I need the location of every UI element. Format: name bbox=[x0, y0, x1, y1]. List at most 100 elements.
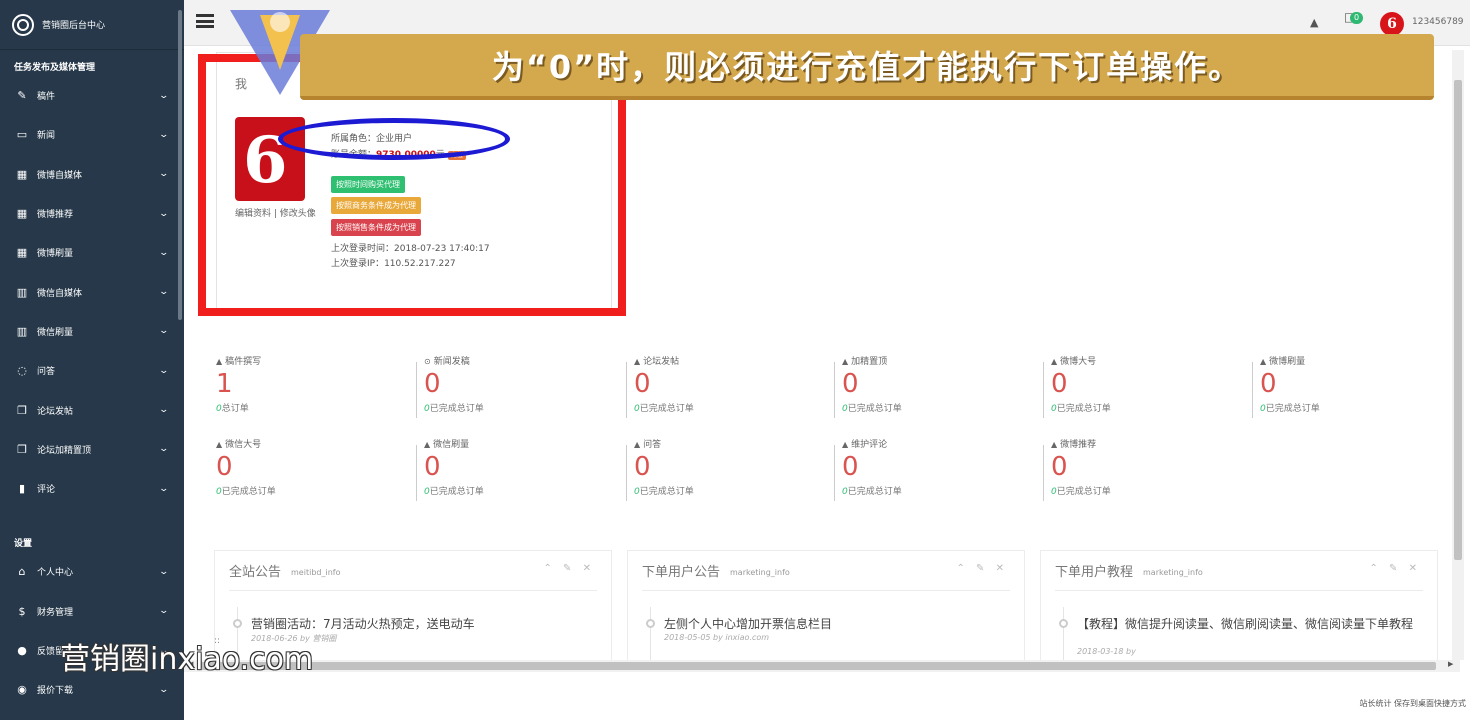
chevron-down-icon[interactable]: ⌄ bbox=[159, 405, 170, 415]
chevron-down-icon[interactable]: ⌄ bbox=[159, 685, 170, 695]
stat-sub: 0已完成总订单 bbox=[1051, 484, 1251, 497]
sidebar-item[interactable]: ▥ 微信自媒体 ⌄ bbox=[0, 272, 184, 311]
timeline-line bbox=[1063, 607, 1064, 667]
panel-title: 全站公告 bbox=[229, 565, 282, 580]
stat-value: 1 bbox=[216, 369, 233, 399]
horizontal-scroll-thumb[interactable] bbox=[200, 662, 1436, 670]
stat-card: ▲ 微博推荐 0 0已完成总订单 bbox=[1043, 437, 1251, 507]
panel-tools-icon[interactable]: ⌃ ✎ ✕ bbox=[957, 563, 1009, 574]
stat-divider bbox=[416, 445, 417, 501]
messages-button[interactable]: □ 0 bbox=[1344, 10, 1364, 24]
bookmark-icon: ▮ bbox=[18, 482, 26, 496]
monitor-icon: ▭ bbox=[16, 128, 28, 142]
sidebar-item[interactable]: ▭ 新闻 ⌄ bbox=[0, 115, 184, 154]
stat-card: ▲ 微信大号 0 0已完成总订单 bbox=[216, 437, 416, 507]
sidebar-item[interactable]: ❐ 论坛加精置顶 ⌄ bbox=[0, 430, 184, 469]
user-icon: ▲ bbox=[216, 440, 223, 449]
bell-icon[interactable]: ▲ bbox=[1310, 16, 1318, 29]
stat-card: ▲ 微信刷量 0 0已完成总订单 bbox=[416, 437, 624, 507]
stat-sub: 0已完成总订单 bbox=[1260, 401, 1460, 414]
vertical-scrollbar[interactable] bbox=[1452, 50, 1464, 660]
stat-sub-text: 已完成总订单 bbox=[429, 487, 484, 497]
user-icon: ⊙ bbox=[424, 357, 431, 366]
sidebar-item-label: 微博自媒体 bbox=[37, 170, 83, 181]
post-title[interactable]: 营销圈活动：7月活动火热预定，送电动车 bbox=[251, 615, 601, 632]
panel-tools-icon[interactable]: ⌃ ✎ ✕ bbox=[1370, 563, 1422, 574]
chevron-down-icon[interactable]: ⌄ bbox=[159, 326, 170, 336]
table-icon: ▦ bbox=[16, 167, 28, 181]
sidebar-item[interactable]: $ 财务管理 ⌄ bbox=[0, 592, 184, 631]
post-meta: 2018-05-05 by inxiao.com bbox=[664, 633, 770, 642]
comment-icon: ● bbox=[17, 644, 27, 657]
stat-sub: 0已完成总订单 bbox=[424, 484, 624, 497]
user-icon: ▲ bbox=[634, 357, 641, 366]
brand-logo-icon bbox=[12, 13, 34, 36]
horizontal-scrollbar[interactable]: ◀ ▶ bbox=[184, 660, 1460, 672]
panel-title: 下单用户教程 bbox=[1055, 565, 1134, 580]
chevron-down-icon[interactable]: ⌄ bbox=[159, 444, 170, 454]
timeline-dot-icon bbox=[1059, 619, 1068, 628]
sidebar-item[interactable]: ▦ 微博刷量 ⌄ bbox=[0, 233, 184, 272]
panel-header: 全站公告 meitibd_info ⌃ ✎ ✕ bbox=[229, 551, 597, 591]
message-badge: 0 bbox=[1350, 12, 1364, 24]
post-title[interactable]: 【教程】微信提升阅读量、微信刷阅读量、微信阅读量下单教程 bbox=[1077, 615, 1427, 632]
stat-label: ▲ 微博大号 bbox=[1051, 354, 1251, 367]
chevron-down-icon[interactable]: ⌄ bbox=[159, 287, 170, 297]
stat-label: ⊙ 新闻发稿 bbox=[424, 354, 624, 367]
sidebar-scrollbar[interactable] bbox=[178, 10, 182, 320]
stat-divider bbox=[834, 445, 835, 501]
bar-chart-icon: ▥ bbox=[16, 324, 28, 338]
scroll-right-icon[interactable]: ▶ bbox=[1448, 660, 1453, 668]
sidebar-item[interactable]: ⌂ 个人中心 ⌄ bbox=[0, 552, 184, 591]
stat-label-text: 维护评论 bbox=[851, 440, 888, 450]
chevron-down-icon[interactable]: ⌄ bbox=[159, 130, 170, 140]
footer-links[interactable]: 站长统计 保存到桌面快捷方式 bbox=[1359, 698, 1466, 709]
chevron-down-icon[interactable]: ⌄ bbox=[159, 366, 170, 376]
stat-label-text: 微信大号 bbox=[225, 440, 262, 450]
sidebar-item[interactable]: ✎ 稿件 ⌄ bbox=[0, 76, 184, 115]
chevron-down-icon[interactable]: ⌄ bbox=[159, 91, 170, 101]
stat-label: ▲ 微博刷量 bbox=[1260, 354, 1460, 367]
stat-sub: 0已完成总订单 bbox=[216, 484, 416, 497]
user-icon: ▲ bbox=[1051, 440, 1058, 449]
post-title[interactable]: 左侧个人中心增加开票信息栏目 bbox=[664, 615, 1014, 632]
chevron-down-icon[interactable]: ⌄ bbox=[159, 567, 170, 577]
stat-sub-text: 已完成总订单 bbox=[1056, 487, 1111, 497]
chevron-down-icon[interactable]: ⌄ bbox=[159, 209, 170, 219]
dollar-icon: $ bbox=[18, 604, 26, 618]
stat-divider bbox=[416, 362, 417, 418]
chevron-down-icon[interactable]: ⌄ bbox=[159, 606, 170, 616]
chevron-down-icon[interactable]: ⌄ bbox=[159, 484, 170, 494]
stat-label: ▲ 论坛发帖 bbox=[634, 354, 834, 367]
stat-value: 0 bbox=[1260, 369, 1277, 399]
stat-divider bbox=[626, 362, 627, 418]
notice-panel: 下单用户公告 marketing_info ⌃ ✎ ✕ 左侧个人中心增加开票信息栏目 2… bbox=[627, 550, 1025, 667]
sidebar-item[interactable]: ❐ 论坛发帖 ⌄ bbox=[0, 390, 184, 429]
chevron-down-icon[interactable]: ⌄ bbox=[159, 169, 170, 179]
banner-text: 为“0”时，则必须进行充值才能执行下订单操作。 bbox=[491, 48, 1243, 86]
stat-card: ▲ 问答 0 0已完成总订单 bbox=[626, 437, 834, 507]
sidebar-item[interactable]: ◌ 问答 ⌄ bbox=[0, 351, 184, 390]
stat-label: ▲ 维护评论 bbox=[842, 437, 1042, 450]
sidebar-item[interactable]: ▦ 微博自媒体 ⌄ bbox=[0, 155, 184, 194]
sidebar-item-label: 财务管理 bbox=[37, 607, 74, 618]
vertical-scroll-thumb[interactable] bbox=[1454, 80, 1462, 560]
stat-sub: 0已完成总订单 bbox=[1051, 401, 1251, 414]
user-name[interactable]: 123456789 bbox=[1412, 17, 1464, 27]
sidebar-item[interactable]: ▮ 评论 ⌄ bbox=[0, 469, 184, 508]
stat-label: ▲ 微博推荐 bbox=[1051, 437, 1251, 450]
sidebar-item[interactable]: ▦ 微博推荐 ⌄ bbox=[0, 194, 184, 233]
stat-value: 0 bbox=[216, 452, 233, 482]
panel-header: 下单用户公告 marketing_info ⌃ ✎ ✕ bbox=[642, 551, 1010, 591]
sidebar-item[interactable]: ▥ 微信刷量 ⌄ bbox=[0, 312, 184, 351]
menu-toggle-icon[interactable] bbox=[196, 14, 214, 28]
panel-tools-icon[interactable]: ⌃ ✎ ✕ bbox=[544, 563, 596, 574]
brand[interactable]: 营销圈后台中心 bbox=[0, 0, 184, 50]
stat-sub-text: 已完成总订单 bbox=[429, 404, 484, 414]
stat-value: 0 bbox=[842, 369, 859, 399]
stat-divider bbox=[1043, 445, 1044, 501]
stat-label-text: 问答 bbox=[643, 440, 662, 450]
user-avatar[interactable]: 6 bbox=[1380, 12, 1404, 36]
chevron-down-icon[interactable]: ⌄ bbox=[159, 248, 170, 258]
user-icon: ▲ bbox=[842, 357, 849, 366]
